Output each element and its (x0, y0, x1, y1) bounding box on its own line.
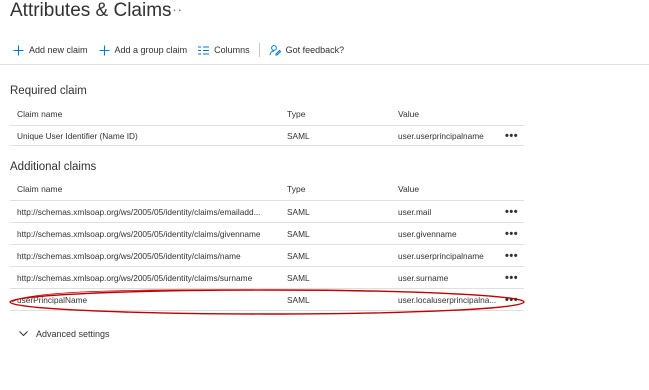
table-row[interactable]: http://schemas.xmlsoap.org/ws/2005/05/id… (10, 201, 524, 223)
required-table-header: Claim name Type Value (10, 103, 524, 126)
additional-claims-heading: Additional claims (10, 161, 97, 173)
add-group-claim-button[interactable]: Add a group claim (99, 45, 188, 56)
plus-icon (13, 45, 24, 55)
columns-icon (198, 46, 210, 54)
claim-name-cell: http://schemas.xmlsoap.org/ws/2005/05/id… (17, 206, 261, 217)
claim-type-cell: SAML (287, 130, 310, 141)
claim-type-cell: SAML (287, 272, 310, 283)
advanced-settings-label: Advanced settings (36, 329, 110, 339)
row-more-button[interactable]: ••• (505, 245, 518, 266)
row-more-button[interactable]: ••• (505, 289, 518, 310)
additional-table-header: Claim name Type Value (10, 178, 524, 201)
claim-type-cell: SAML (287, 250, 310, 261)
title-more-button[interactable]: ··· (167, 2, 183, 17)
feedback-button[interactable]: Got feedback? (269, 44, 345, 56)
chevron-down-icon (19, 331, 28, 337)
claim-name-cell: http://schemas.xmlsoap.org/ws/2005/05/id… (17, 272, 253, 283)
columns-button[interactable]: Columns (198, 45, 250, 55)
toolbar-divider-line (0, 64, 649, 65)
claim-type-cell: SAML (287, 228, 310, 239)
claim-value-cell: user.localuserprincipalna... (398, 294, 497, 305)
row-more-button[interactable]: ••• (505, 267, 518, 288)
claim-value-cell: user.givenname (398, 228, 457, 239)
column-header-value: Value (398, 184, 420, 194)
column-header-claim-name: Claim name (17, 184, 63, 194)
claim-name-cell: http://schemas.xmlsoap.org/ws/2005/05/id… (17, 250, 241, 261)
add-new-claim-label: Add new claim (29, 45, 88, 55)
claim-value-cell: user.mail (398, 206, 432, 217)
table-row[interactable]: http://schemas.xmlsoap.org/ws/2005/05/id… (10, 245, 524, 267)
advanced-settings-toggle[interactable]: Advanced settings (19, 329, 110, 339)
table-row[interactable]: http://schemas.xmlsoap.org/ws/2005/05/id… (10, 267, 524, 289)
column-header-type: Type (287, 109, 306, 119)
column-header-type: Type (287, 184, 306, 194)
claim-type-cell: SAML (287, 206, 310, 217)
row-more-button[interactable]: ••• (505, 201, 518, 222)
add-group-claim-label: Add a group claim (114, 45, 188, 55)
claim-name-cell: http://schemas.xmlsoap.org/ws/2005/05/id… (17, 228, 261, 239)
feedback-icon (269, 45, 281, 56)
table-row[interactable]: Unique User Identifier (Name ID) SAML us… (10, 126, 524, 146)
claim-value-cell: user.userprincipalname (398, 130, 484, 141)
column-header-value: Value (398, 109, 420, 119)
add-new-claim-button[interactable]: Add new claim (13, 45, 88, 56)
claim-value-cell: user.userprincipalname (398, 250, 484, 261)
page-title: Attributes & Claims (10, 0, 172, 21)
row-more-button[interactable]: ••• (505, 126, 518, 145)
table-row[interactable]: http://schemas.xmlsoap.org/ws/2005/05/id… (10, 223, 524, 245)
claim-value-cell: user.surname (398, 272, 449, 283)
columns-label: Columns (214, 45, 250, 55)
required-claim-heading: Required claim (10, 85, 87, 97)
plus-icon (99, 45, 110, 55)
claim-name-cell: Unique User Identifier (Name ID) (17, 130, 138, 141)
claim-type-cell: SAML (287, 294, 310, 305)
claim-name-cell: userPrincipalName (17, 294, 88, 305)
toolbar-divider (258, 43, 260, 57)
feedback-label: Got feedback? (285, 45, 345, 55)
row-more-button[interactable]: ••• (505, 223, 518, 244)
table-row[interactable]: userPrincipalName SAML user.localuserpri… (10, 289, 524, 311)
column-header-claim-name: Claim name (17, 109, 63, 119)
command-bar: Add new claim Add a group claim Columns … (13, 41, 355, 59)
